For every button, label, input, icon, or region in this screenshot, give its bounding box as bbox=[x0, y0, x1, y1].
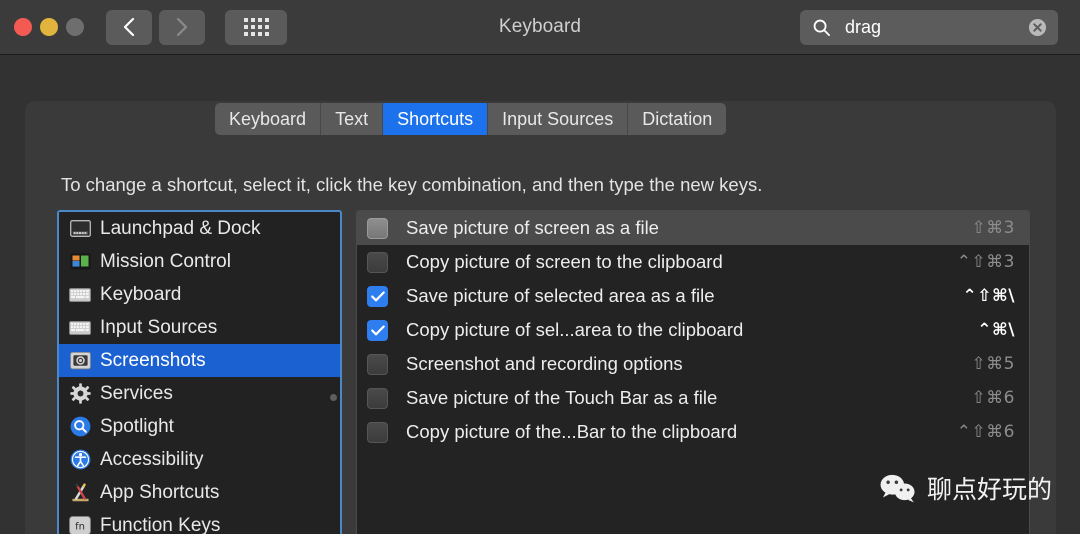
table-row[interactable]: Screenshot and recording options ⇧⌘5 bbox=[357, 347, 1029, 381]
tab-text[interactable]: Text bbox=[321, 103, 384, 135]
services-gear-icon bbox=[69, 383, 91, 405]
shortcut-label: Copy picture of the...Bar to the clipboa… bbox=[406, 421, 738, 442]
function-keys-fn-icon: fn bbox=[69, 515, 91, 534]
tab-bar: Keyboard Text Shortcuts Input Sources Di… bbox=[215, 103, 727, 135]
keyboard-preferences-window: Keyboard drag Keyboard Text Shortcuts In… bbox=[0, 0, 1080, 534]
shortcuts-body: Launchpad & Dock Mission Control Keyboar… bbox=[57, 210, 1048, 534]
shortcut-checkbox[interactable] bbox=[367, 353, 388, 375]
sidebar-item-accessibility[interactable]: Accessibility bbox=[59, 443, 340, 476]
sidebar-item-label: Mission Control bbox=[100, 250, 231, 272]
traffic-light-group bbox=[14, 18, 84, 36]
sidebar-item-label: Function Keys bbox=[100, 514, 221, 534]
sidebar-item-screenshots[interactable]: Screenshots bbox=[59, 344, 340, 377]
checkmark-icon bbox=[370, 324, 385, 335]
shortcut-checkbox[interactable] bbox=[367, 285, 388, 307]
back-button[interactable] bbox=[106, 9, 152, 45]
sidebar-item-input-sources[interactable]: Input Sources bbox=[59, 311, 340, 344]
shortcut-label: Save picture of selected area as a file bbox=[406, 285, 715, 306]
show-all-preferences-button[interactable] bbox=[225, 9, 287, 45]
shortcut-list[interactable]: Save picture of screen as a file ⇧⌘3 Cop… bbox=[356, 210, 1030, 534]
sidebar-item-spotlight[interactable]: Spotlight bbox=[59, 410, 340, 443]
spotlight-search-icon bbox=[69, 416, 91, 438]
shortcut-checkbox[interactable] bbox=[367, 251, 388, 273]
shortcut-category-list[interactable]: Launchpad & Dock Mission Control Keyboar… bbox=[57, 210, 342, 534]
zoom-window-button[interactable] bbox=[66, 18, 84, 36]
mission-control-icon bbox=[69, 251, 91, 273]
sidebar-item-label: App Shortcuts bbox=[100, 481, 220, 503]
shortcut-keys[interactable]: ⌃⇧⌘6 bbox=[957, 422, 1015, 442]
shortcut-checkbox[interactable] bbox=[367, 319, 388, 341]
accessibility-icon bbox=[69, 449, 91, 471]
sidebar-scrollbar[interactable] bbox=[329, 212, 338, 534]
chevron-right-icon bbox=[176, 17, 188, 37]
shortcut-keys[interactable]: ⇧⌘3 bbox=[971, 218, 1015, 238]
tab-input-sources[interactable]: Input Sources bbox=[488, 103, 629, 135]
forward-button[interactable] bbox=[159, 9, 205, 45]
sidebar-item-label: Launchpad & Dock bbox=[100, 217, 261, 239]
toolbar-nav-group bbox=[106, 9, 287, 45]
minimize-window-button[interactable] bbox=[40, 18, 58, 36]
search-icon bbox=[813, 19, 831, 37]
table-row[interactable]: Copy picture of the...Bar to the clipboa… bbox=[357, 415, 1029, 449]
app-shortcuts-icon bbox=[69, 482, 91, 504]
table-row[interactable]: Copy picture of screen to the clipboard … bbox=[357, 245, 1029, 279]
launchpad-dock-icon bbox=[69, 218, 91, 240]
sidebar-item-label: Keyboard bbox=[100, 283, 182, 305]
clear-circle-icon[interactable] bbox=[1028, 18, 1047, 37]
sidebar-item-keyboard[interactable]: Keyboard bbox=[59, 278, 340, 311]
sidebar-item-function-keys[interactable]: fn Function Keys bbox=[59, 509, 340, 534]
shortcut-checkbox[interactable] bbox=[367, 387, 388, 409]
shortcut-label: Screenshot and recording options bbox=[406, 353, 683, 374]
sidebar-item-mission-control[interactable]: Mission Control bbox=[59, 245, 340, 278]
shortcut-keys[interactable]: ⌃⌘\ bbox=[977, 320, 1015, 340]
shortcut-checkbox[interactable] bbox=[367, 217, 388, 239]
shortcut-keys[interactable]: ⌃⇧⌘\ bbox=[963, 286, 1015, 306]
table-row[interactable]: Copy picture of sel...area to the clipbo… bbox=[357, 313, 1029, 347]
table-row[interactable]: Save picture of selected area as a file … bbox=[357, 279, 1029, 313]
sidebar-item-launchpad-dock[interactable]: Launchpad & Dock bbox=[59, 212, 340, 245]
input-sources-icon bbox=[69, 317, 91, 339]
search-field[interactable]: drag bbox=[800, 10, 1058, 45]
preferences-panel: Keyboard Text Shortcuts Input Sources Di… bbox=[25, 101, 1056, 534]
checkmark-icon bbox=[370, 290, 385, 301]
sidebar-item-label: Accessibility bbox=[100, 448, 204, 470]
show-all-grid-icon bbox=[243, 18, 269, 36]
tab-shortcuts[interactable]: Shortcuts bbox=[383, 103, 489, 135]
table-row[interactable]: Save picture of the Touch Bar as a file … bbox=[357, 381, 1029, 415]
shortcut-keys[interactable]: ⇧⌘6 bbox=[971, 388, 1015, 408]
sidebar-scrollbar-thumb[interactable] bbox=[330, 394, 337, 401]
shortcut-label: Copy picture of sel...area to the clipbo… bbox=[406, 319, 744, 340]
shortcut-keys[interactable]: ⌃⇧⌘3 bbox=[957, 252, 1015, 272]
chevron-left-icon bbox=[123, 17, 135, 37]
shortcut-checkbox[interactable] bbox=[367, 421, 388, 443]
shortcut-label: Copy picture of screen to the clipboard bbox=[406, 251, 723, 272]
shortcut-keys[interactable]: ⇧⌘5 bbox=[971, 354, 1015, 374]
search-input[interactable]: drag bbox=[845, 17, 1028, 38]
shortcut-label: Save picture of the Touch Bar as a file bbox=[406, 387, 718, 408]
keyboard-icon bbox=[69, 284, 91, 306]
tab-dictation[interactable]: Dictation bbox=[628, 103, 727, 135]
svg-text:fn: fn bbox=[75, 521, 85, 532]
sidebar-item-app-shortcuts[interactable]: App Shortcuts bbox=[59, 476, 340, 509]
sidebar-item-services[interactable]: Services bbox=[59, 377, 340, 410]
sidebar-item-label: Services bbox=[100, 382, 173, 404]
tab-keyboard[interactable]: Keyboard bbox=[215, 103, 322, 135]
sidebar-item-label: Spotlight bbox=[100, 415, 174, 437]
shortcut-label: Save picture of screen as a file bbox=[406, 217, 659, 238]
close-window-button[interactable] bbox=[14, 18, 32, 36]
sidebar-item-label: Screenshots bbox=[100, 349, 206, 371]
window-titlebar: Keyboard drag bbox=[0, 0, 1080, 55]
sidebar-item-label: Input Sources bbox=[100, 316, 218, 338]
screenshots-camera-icon bbox=[69, 350, 91, 372]
table-row[interactable]: Save picture of screen as a file ⇧⌘3 bbox=[357, 211, 1029, 245]
instruction-text: To change a shortcut, select it, click t… bbox=[61, 174, 763, 195]
